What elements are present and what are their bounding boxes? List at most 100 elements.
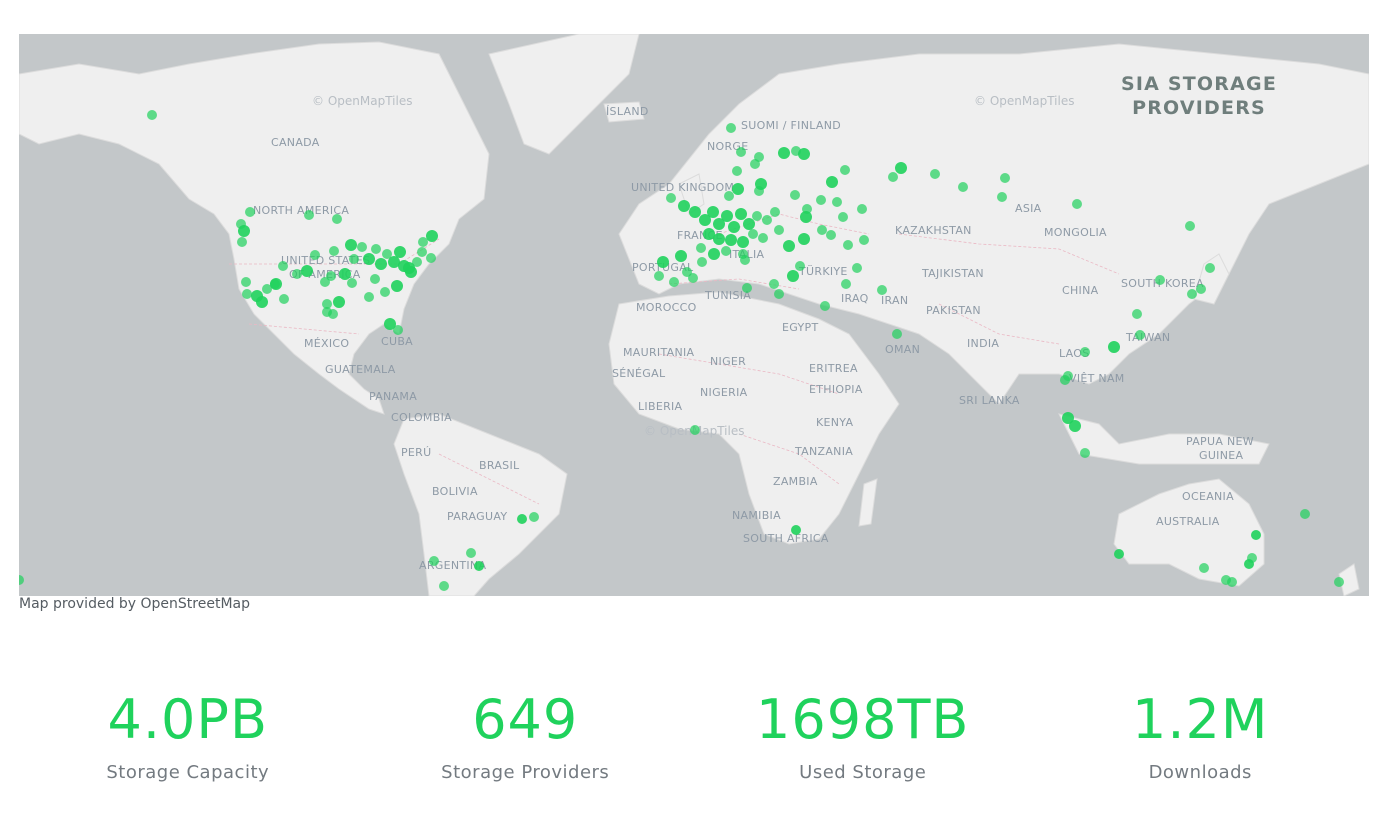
map-label: VIỆT NAM [1069,372,1125,385]
tiles-attribution: © OpenMapTiles [312,94,412,108]
provider-marker [270,278,282,290]
landmass-madagascar [858,478,878,527]
provider-marker [732,166,742,176]
provider-marker [517,514,527,524]
provider-marker [816,195,826,205]
provider-marker [322,307,332,317]
map-label: PAPUA NEW [1186,435,1254,448]
map-label: SÉNÉGAL [612,367,666,380]
provider-marker [657,256,669,268]
provider-marker [466,548,476,558]
provider-marker [895,162,907,174]
stat-downloads: 1.2M Downloads [1032,680,1370,783]
map-label: IRAN [881,294,908,307]
provider-marker [857,204,867,214]
provider-marker [320,277,330,287]
provider-marker [817,225,827,235]
provider-marker [238,225,250,237]
map-label: MONGOLIA [1044,226,1107,239]
map-label: UNITED KINGDOM [631,181,734,194]
provider-marker [292,269,302,279]
provider-marker [357,242,367,252]
provider-marker [877,285,887,295]
map-label: BOLIVIA [432,485,478,498]
provider-marker [748,229,758,239]
provider-marker [689,206,701,218]
provider-marker [859,235,869,245]
map-label: MÉXICO [304,337,349,350]
provider-marker [1196,284,1206,294]
provider-marker [800,211,812,223]
provider-marker [787,270,799,282]
provider-marker [769,279,779,289]
stat-label: Storage Providers [441,762,610,783]
provider-marker [770,207,780,217]
map-label: GUATEMALA [325,363,396,376]
map-label: OCEANIA [1182,490,1234,503]
provider-marker [1251,530,1261,540]
provider-marker [713,233,725,245]
provider-marker [332,214,342,224]
provider-marker [1227,577,1237,587]
provider-marker [1205,263,1215,273]
world-map[interactable]: © OpenMapTiles © OpenMapTiles © OpenMapT… [19,34,1369,596]
provider-marker [736,147,746,157]
provider-marker [892,329,902,339]
provider-marker [363,253,375,265]
provider-marker [774,225,784,235]
stat-label: Storage Capacity [106,762,270,783]
map-label: OMAN [885,343,920,356]
provider-marker [791,525,801,535]
map-label: PERÚ [401,446,431,459]
provider-marker [1334,577,1344,587]
stat-value: 4.0PB [107,688,268,751]
map-label: AUSTRALIA [1156,515,1220,528]
landmass-greenland [488,34,640,155]
provider-marker [1247,553,1257,563]
map-label: MOROCCO [636,301,697,314]
provider-marker [333,296,345,308]
provider-marker [697,257,707,267]
provider-marker [790,190,800,200]
provider-marker [843,240,853,250]
provider-marker [750,159,760,169]
provider-marker [707,206,719,218]
provider-marker [370,274,380,284]
provider-marker [724,191,734,201]
provider-marker [1069,420,1081,432]
provider-marker [774,289,784,299]
provider-marker [1072,199,1082,209]
provider-marker [838,212,848,222]
provider-marker [1114,549,1124,559]
landmass-north-america [19,41,490,415]
map-label: COLOMBIA [391,411,452,424]
map-label: NAMIBIA [732,509,781,522]
map-label: SUOMI / FINLAND [741,119,841,132]
map-label: SRI LANKA [959,394,1020,407]
provider-marker [1185,221,1195,231]
provider-marker [783,240,795,252]
provider-marker [375,258,387,270]
map-label: NIGER [710,355,746,368]
landmass-africa [608,291,900,545]
provider-marker [245,207,255,217]
map-label: PANAMA [369,390,417,403]
provider-marker [669,277,679,287]
provider-marker [329,246,339,256]
map-label: KAZAKHSTAN [895,224,972,237]
map-label: SOUTH AFRICA [743,532,829,545]
provider-marker [429,556,439,566]
provider-marker [758,233,768,243]
map-label: NIGERIA [700,386,748,399]
provider-marker [721,246,731,256]
provider-marker [752,211,762,221]
map-label: KENYA [816,416,853,429]
map-label: TANZANIA [794,445,853,458]
provider-marker [474,561,484,571]
provider-marker [654,271,664,281]
provider-marker [1060,375,1070,385]
map-label: TAJIKISTAN [921,267,984,280]
provider-marker [728,221,740,233]
provider-marker [1132,309,1142,319]
provider-marker [826,230,836,240]
